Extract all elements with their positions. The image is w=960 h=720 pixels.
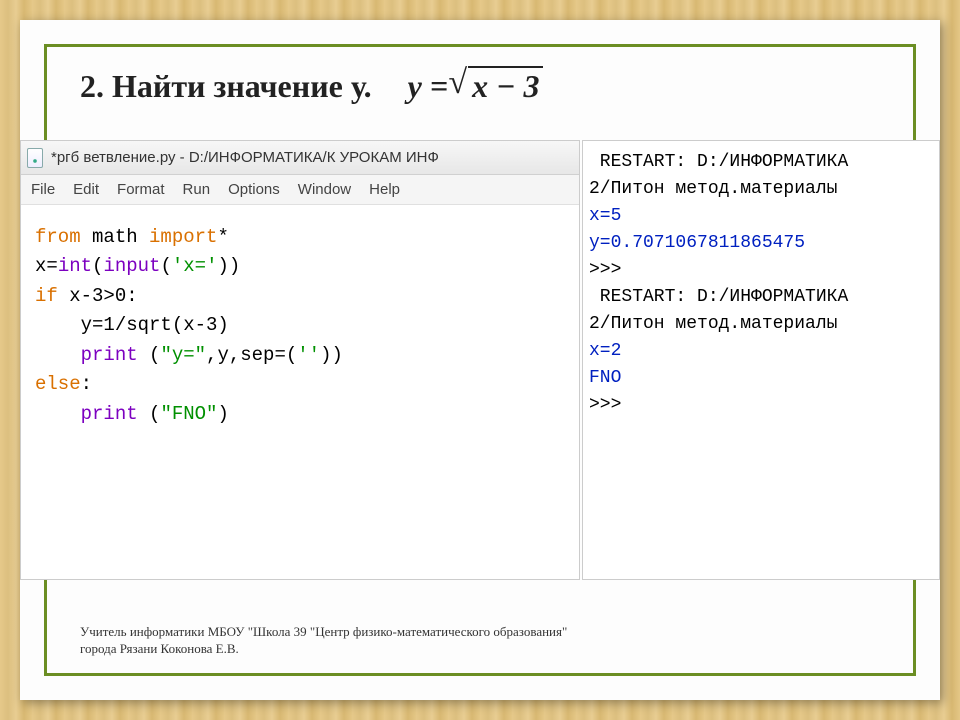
code-editor[interactable]: from math import* x=int(input('x=')) if … — [21, 205, 579, 447]
menu-file[interactable]: File — [31, 181, 55, 198]
ide-window: *ргб ветвление.ру - D:/ИНФОРМАТИКА/К УРО… — [20, 140, 580, 580]
shell-prompt: >>> — [589, 395, 621, 415]
code-token: )) — [217, 255, 240, 277]
shell-line: x=2 — [589, 341, 621, 361]
code-token: from — [35, 226, 81, 248]
menu-options[interactable]: Options — [228, 181, 280, 198]
menu-run[interactable]: Run — [183, 181, 211, 198]
code-token: )) — [320, 344, 343, 366]
code-token: input — [103, 255, 160, 277]
code-token: x= — [35, 255, 58, 277]
footer-line1: Учитель информатики МБОУ "Школа 39 "Цент… — [80, 624, 567, 641]
code-token: x-3>0: — [58, 285, 138, 307]
title-bar: *ргб ветвление.ру - D:/ИНФОРМАТИКА/К УРО… — [21, 141, 579, 175]
shell-line: 2/Питон метод.материалы — [589, 314, 837, 334]
code-token — [35, 403, 81, 425]
shell-line: RESTART: D:/ИНФОРМАТИКА — [589, 287, 848, 307]
code-token: else — [35, 373, 81, 395]
code-token: : — [81, 373, 92, 395]
code-token: print — [81, 403, 138, 425]
window-title: *ргб ветвление.ру - D:/ИНФОРМАТИКА/К УРО… — [51, 149, 439, 166]
shell-line: RESTART: D:/ИНФОРМАТИКА — [589, 152, 848, 172]
code-token: ( — [92, 255, 103, 277]
code-token: ( — [160, 255, 171, 277]
heading-number: 2. — [80, 68, 104, 104]
code-token: 'x=' — [172, 255, 218, 277]
shell-line: y=0.7071067811865475 — [589, 233, 805, 253]
code-token: import — [149, 226, 217, 248]
shell-line: FNO — [589, 368, 621, 388]
shell-line: x=5 — [589, 206, 621, 226]
shell-output[interactable]: RESTART: D:/ИНФОРМАТИКА 2/Питон метод.ма… — [582, 140, 940, 580]
file-icon — [27, 148, 43, 168]
code-token: * — [217, 226, 228, 248]
code-token — [35, 344, 81, 366]
code-token: "FNO" — [160, 403, 217, 425]
code-token: math — [92, 226, 138, 248]
slide: 2. Найти значение у. y = x − 3 *ргб ветв… — [20, 20, 940, 700]
shell-line: 2/Питон метод.материалы — [589, 179, 837, 199]
menu-window[interactable]: Window — [298, 181, 351, 198]
sqrt-icon: x − 3 — [456, 68, 543, 105]
code-token: y=1/sqrt(x-3) — [35, 314, 229, 336]
menu-help[interactable]: Help — [369, 181, 400, 198]
menu-edit[interactable]: Edit — [73, 181, 99, 198]
menu-format[interactable]: Format — [117, 181, 165, 198]
code-token: ,y,sep=( — [206, 344, 297, 366]
code-token: if — [35, 285, 58, 307]
code-token: int — [58, 255, 92, 277]
footer-credit: Учитель информатики МБОУ "Школа 39 "Цент… — [80, 624, 567, 658]
code-token: "y=" — [160, 344, 206, 366]
code-token: print — [81, 344, 138, 366]
code-token: ( — [138, 403, 161, 425]
code-token: ) — [217, 403, 228, 425]
heading-text: Найти значение у. — [112, 68, 372, 104]
shell-prompt: >>> — [589, 260, 621, 280]
slide-heading: 2. Найти значение у. y = x − 3 — [80, 68, 543, 105]
code-token: ( — [138, 344, 161, 366]
menu-bar: File Edit Format Run Options Window Help — [21, 175, 579, 205]
formula-root: x − 3 — [468, 66, 543, 104]
formula-lhs: y = — [408, 68, 448, 104]
code-token: '' — [297, 344, 320, 366]
footer-line2: города Рязани Коконова Е.В. — [80, 641, 567, 658]
